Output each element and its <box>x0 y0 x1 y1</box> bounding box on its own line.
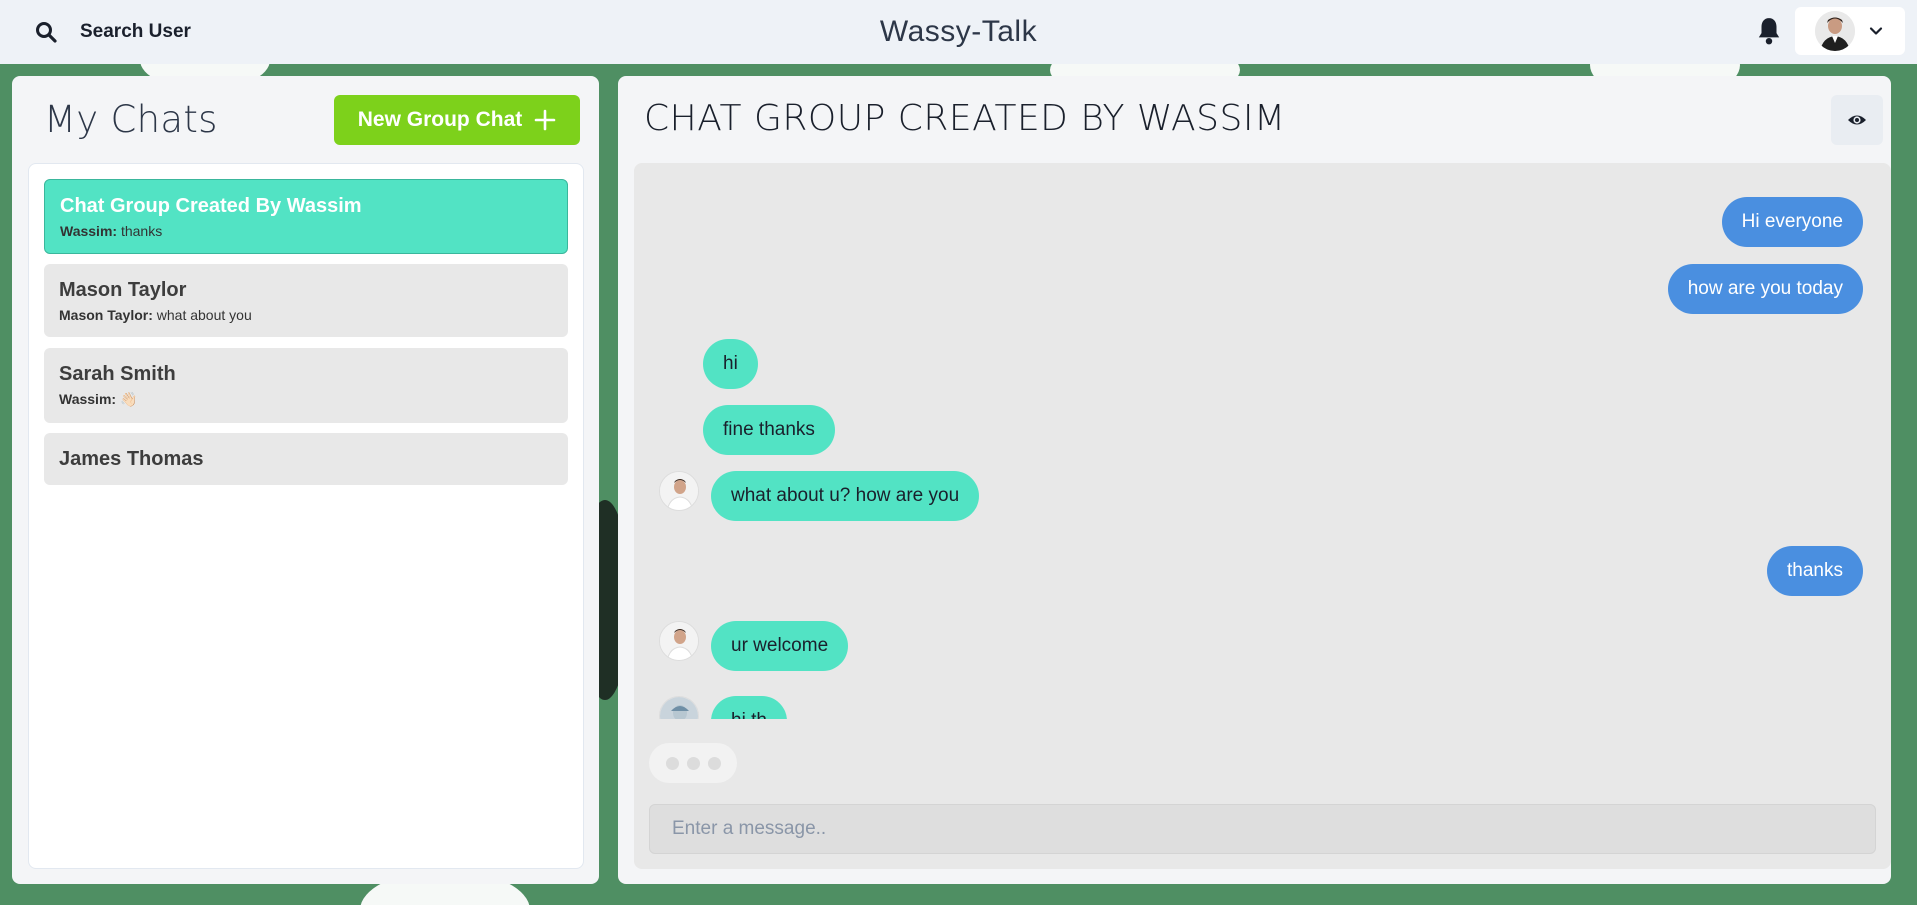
messages-area: Hi everyone how are you today hi fine th… <box>634 163 1891 869</box>
user-avatar <box>1815 11 1855 51</box>
chat-item-name: Sarah Smith <box>59 363 176 385</box>
chat-item-name: Mason Taylor <box>59 279 187 301</box>
app-title: Wassy-Talk <box>879 15 1038 48</box>
my-chats-title: My Chats <box>44 98 218 141</box>
chat-item-name: James Thomas <box>59 448 204 470</box>
new-group-chat-label: New Group Chat <box>357 108 523 131</box>
message-bubble: ur welcome <box>711 621 849 671</box>
search-user-button[interactable]: Search User <box>30 12 195 52</box>
new-group-chat-button[interactable]: New Group Chat <box>334 95 580 145</box>
chat-title: CHAT GROUP CREATED BY WASSIM <box>644 98 1286 139</box>
bell-icon[interactable] <box>1756 16 1782 46</box>
eye-icon <box>1848 115 1866 125</box>
search-icon <box>36 22 57 43</box>
chat-item-name: Chat Group Created By Wassim <box>60 195 362 217</box>
message-bubble: Hi everyone <box>1721 197 1863 247</box>
messages-scroll[interactable]: Hi everyone how are you today hi fine th… <box>634 163 1891 719</box>
sender-avatar[interactable] <box>659 696 699 719</box>
view-group-details-button[interactable] <box>1831 95 1883 145</box>
top-bar: Search User Wassy-Talk <box>0 0 1917 64</box>
chat-item-mason-taylor[interactable]: Mason Taylor Mason Taylor: what about yo… <box>44 264 568 337</box>
chat-item-sarah-smith[interactable]: Sarah Smith Wassim: 👋🏻 <box>44 348 568 423</box>
sender-avatar[interactable] <box>659 471 699 511</box>
message-bubble: thanks <box>1767 546 1863 596</box>
chat-item-latest: Wassim: 👋🏻 <box>59 391 138 407</box>
my-chats-panel: My Chats New Group Chat Chat Group Creat… <box>12 76 599 884</box>
search-user-label: Search User <box>80 21 191 42</box>
message-input[interactable] <box>649 804 1876 854</box>
message-bubble: hi th <box>711 696 787 719</box>
sender-avatar[interactable] <box>659 621 699 661</box>
chat-item-group-wassim[interactable]: Chat Group Created By Wassim Wassim: tha… <box>44 179 568 254</box>
plus-icon <box>534 109 556 131</box>
chat-panel: CHAT GROUP CREATED BY WASSIM Hi everyone… <box>618 76 1891 884</box>
chat-item-latest: Mason Taylor: what about you <box>59 307 252 323</box>
chevron-down-icon <box>1869 27 1883 35</box>
profile-menu-button[interactable] <box>1795 7 1905 55</box>
typing-indicator <box>649 743 737 783</box>
chat-list[interactable]: Chat Group Created By Wassim Wassim: tha… <box>28 163 584 869</box>
message-bubble: how are you today <box>1667 264 1863 314</box>
message-bubble: hi <box>703 339 758 389</box>
message-bubble: what about u? how are you <box>711 471 980 521</box>
message-bubble: fine thanks <box>703 405 835 455</box>
chat-item-james-thomas[interactable]: James Thomas <box>44 433 568 485</box>
chat-item-latest: Wassim: thanks <box>60 223 163 239</box>
